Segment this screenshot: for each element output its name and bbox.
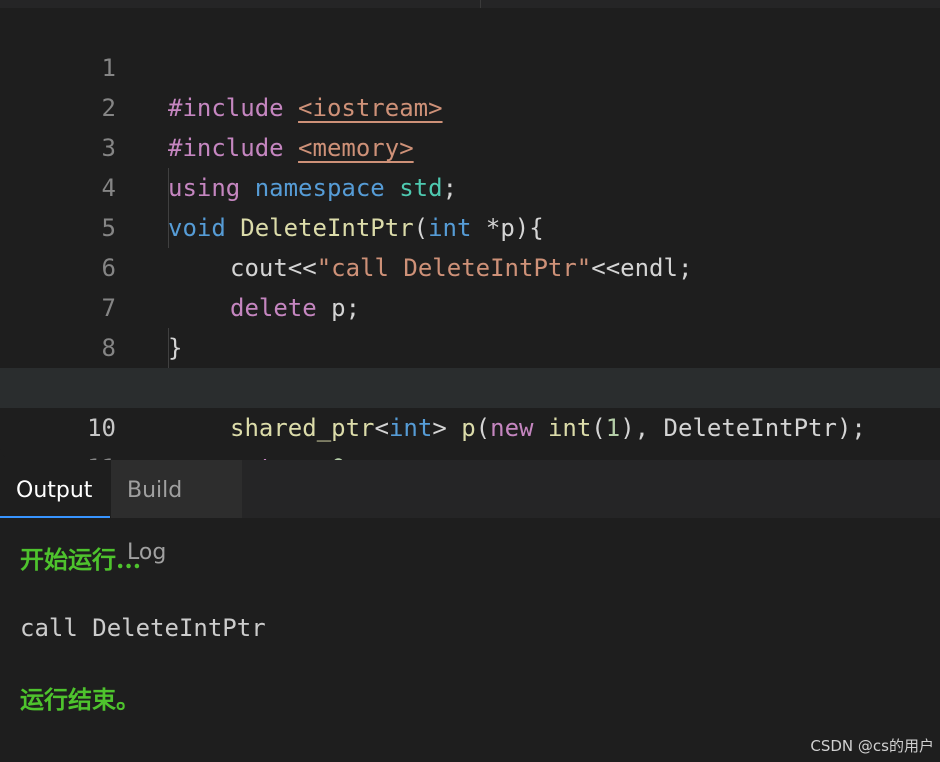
code-line[interactable]: 4 void DeleteIntPtr(int *p){ — [0, 128, 940, 242]
code-line[interactable]: 9 shared_ptr<int> p(new int(1), DeleteIn… — [0, 328, 940, 442]
panel-tabbar: Output Build Log — [0, 460, 940, 565]
code-line[interactable]: 3 using namespace std; — [0, 88, 940, 202]
code-line[interactable]: 5 cout<<"call DeleteIntPtr"<<endl; — [0, 168, 940, 282]
bottom-panel: Output Build Log 开始运行... call DeleteIntP… — [0, 460, 940, 762]
editor-top-strip — [0, 0, 940, 8]
watermark: CSDN @cs的用户 — [810, 737, 934, 755]
output-end-status: 运行结束。 — [20, 685, 140, 714]
code-editor[interactable]: 1 #include <iostream> 2 #include <memory… — [0, 0, 940, 460]
code-line[interactable]: 8 int main() { — [0, 288, 940, 402]
line-number: 11 — [60, 448, 116, 460]
code-line[interactable]: 2 #include <memory> — [0, 48, 940, 162]
editor-split-divider — [480, 0, 481, 8]
tab-output[interactable]: Output — [0, 460, 110, 518]
code-line[interactable]: 11 } — [0, 408, 940, 460]
program-output: call DeleteIntPtr — [20, 614, 266, 642]
code-line[interactable]: 6 delete p; — [0, 208, 940, 322]
output-start-status: 开始运行... — [20, 545, 142, 574]
tab-build-log[interactable]: Build Log — [110, 460, 242, 565]
clipped-code-line — [170, 452, 770, 460]
code-line[interactable]: 1 #include <iostream> — [0, 8, 940, 122]
code-line-current[interactable]: 10 return 0; — [0, 368, 940, 460]
code-line[interactable]: 7 } — [0, 248, 940, 362]
